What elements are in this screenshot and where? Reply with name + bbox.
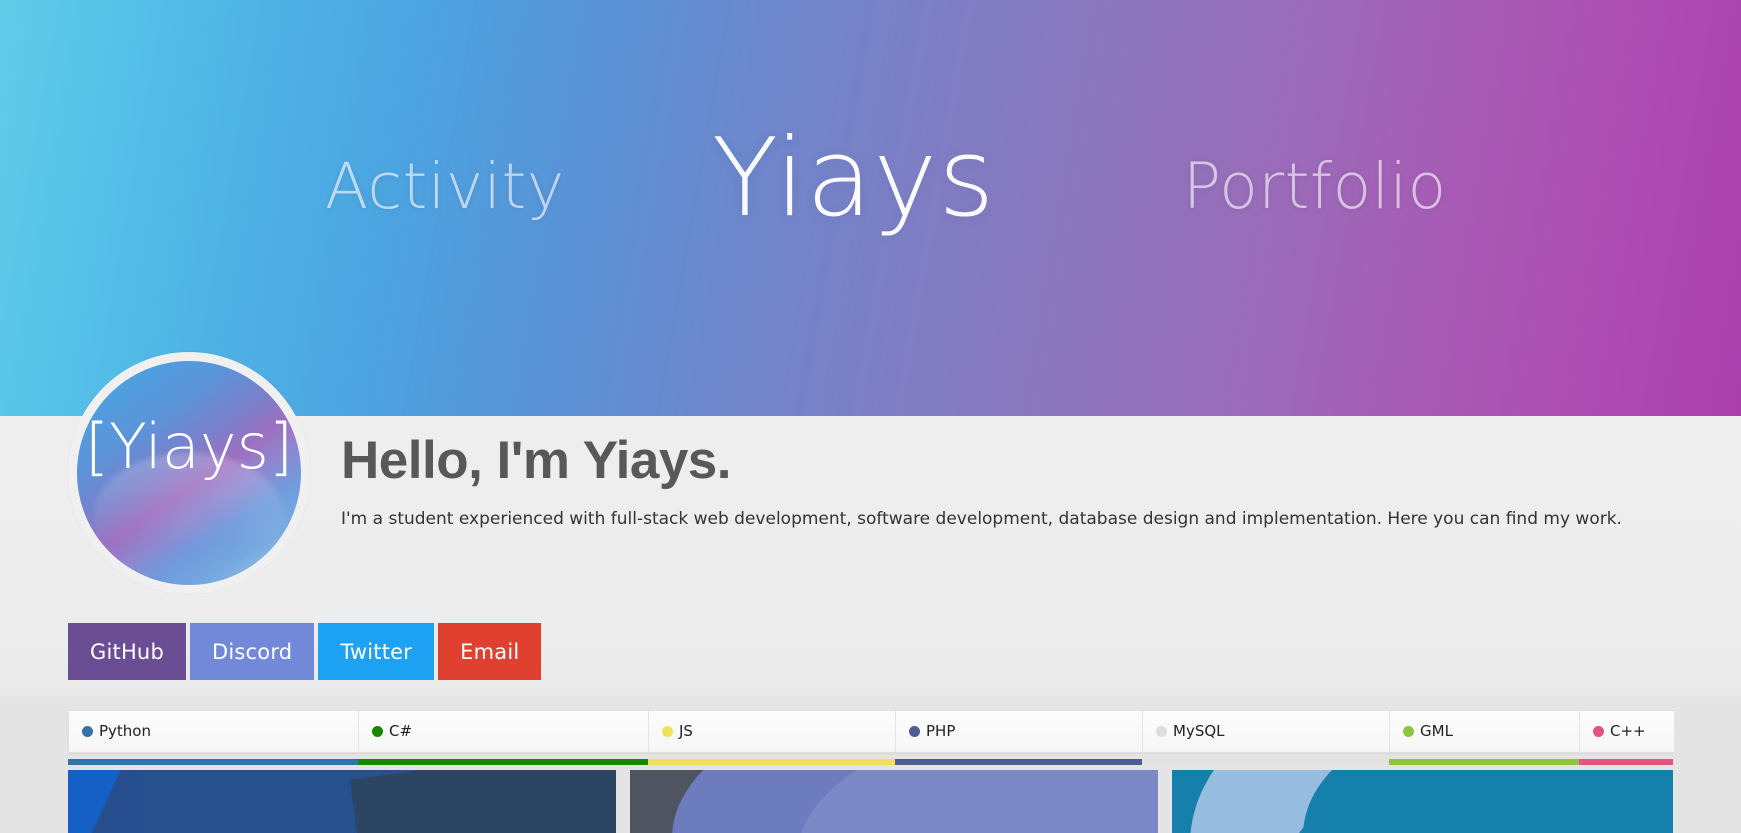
language-meter-segment-mysql: [1142, 759, 1389, 765]
language-meter-segment-gml: [1389, 759, 1579, 765]
project-card-2[interactable]: [630, 770, 1158, 833]
social-button-discord[interactable]: Discord: [189, 623, 315, 680]
language-tab-label: C++: [1610, 722, 1646, 740]
intro-description: I'm a student experienced with full-stac…: [341, 509, 1622, 530]
social-button-email[interactable]: Email: [438, 623, 542, 680]
language-meter-segment-js: [648, 759, 895, 765]
language-dot-icon: [909, 726, 920, 737]
card-2-shape-secondary: [798, 770, 1158, 833]
language-dot-icon: [1156, 726, 1167, 737]
project-cards: [68, 770, 1673, 833]
language-meter-segment-python: [68, 759, 358, 765]
hero-banner: Activity Yiays Portfolio: [0, 0, 1741, 416]
nav-link-portfolio[interactable]: Portfolio: [1183, 155, 1447, 218]
language-meter-segment-c-: [358, 759, 648, 765]
language-dot-icon: [662, 726, 673, 737]
avatar-label: [Yiays]: [84, 410, 294, 483]
card-1-shape-secondary: [349, 770, 616, 833]
intro-block: Hello, I'm Yiays. I'm a student experien…: [341, 431, 1701, 532]
project-card-3[interactable]: [1172, 770, 1673, 833]
language-tab-c-[interactable]: C#: [359, 711, 649, 752]
language-dot-icon: [372, 726, 383, 737]
language-tab-label: PHP: [926, 722, 956, 740]
project-card-1[interactable]: [68, 770, 616, 833]
social-button-github[interactable]: GitHub: [68, 623, 186, 680]
avatar[interactable]: [Yiays]: [68, 352, 310, 594]
avatar-image: [Yiays]: [77, 361, 301, 585]
language-strip: Python C# JS PHP MySQL GML C++: [0, 697, 1741, 833]
social-button-twitter[interactable]: Twitter: [318, 623, 435, 680]
language-tab-php[interactable]: PHP: [896, 711, 1143, 752]
social-links: GitHub Discord Twitter Email: [68, 623, 542, 680]
language-dot-icon: [82, 726, 93, 737]
language-proportion-meter: [68, 759, 1673, 765]
language-meter-segment-c-: [1579, 759, 1673, 765]
language-dot-icon: [1403, 726, 1414, 737]
language-dot-icon: [1593, 726, 1604, 737]
hero-navigation: Activity Yiays Portfolio: [0, 0, 1741, 416]
language-tab-c-[interactable]: C++: [1580, 711, 1674, 752]
language-meter-segment-php: [895, 759, 1142, 765]
language-tab-python[interactable]: Python: [69, 711, 359, 752]
language-tab-label: JS: [679, 722, 693, 740]
language-tab-label: GML: [1420, 722, 1453, 740]
language-tab-label: C#: [389, 722, 413, 740]
language-tab-mysql[interactable]: MySQL: [1143, 711, 1390, 752]
page-title: Hello, I'm Yiays.: [341, 431, 732, 490]
language-tab-label: MySQL: [1173, 722, 1225, 740]
language-tab-gml[interactable]: GML: [1390, 711, 1580, 752]
language-tab-js[interactable]: JS: [649, 711, 896, 752]
brand-title[interactable]: Yiays: [712, 125, 996, 233]
page-root: Activity Yiays Portfolio [Yiays] Hello, …: [0, 0, 1741, 833]
nav-link-activity[interactable]: Activity: [325, 155, 565, 218]
language-tabs: Python C# JS PHP MySQL GML C++: [68, 710, 1674, 753]
language-tab-label: Python: [99, 722, 151, 740]
